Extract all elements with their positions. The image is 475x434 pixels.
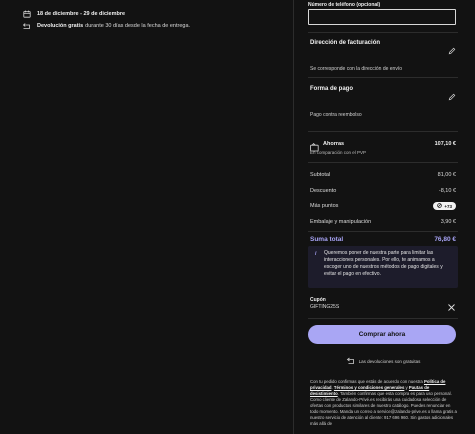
- info-icon: i: [315, 251, 317, 257]
- total-label: Suma total: [310, 236, 344, 243]
- notice-text: Queremos poner de nuestra parte para lim…: [324, 250, 443, 277]
- return-icon: [22, 22, 31, 30]
- coupon-code: GIFTING25S: [310, 304, 340, 310]
- discount-value: -8,10 €: [438, 188, 456, 194]
- payment-title: Forma de pago: [310, 86, 354, 92]
- divider: [308, 162, 458, 163]
- points-value: +73: [444, 203, 452, 209]
- discount-row: Descuento -8,10 €: [310, 188, 456, 194]
- subtotal-value: 81,00 €: [437, 172, 456, 178]
- buy-now-button[interactable]: Comprar ahora: [308, 325, 456, 344]
- free-returns-note: Las devoluciones son gratuitas: [308, 357, 458, 366]
- savings-value: 107,10 €: [434, 141, 456, 147]
- terms-link[interactable]: Términos y condiciones generales: [334, 385, 404, 390]
- column-divider: [293, 0, 294, 434]
- edit-billing-pencil-icon[interactable]: [448, 42, 456, 55]
- free-return-text: durante 30 días desde la fecha de entreg…: [85, 23, 191, 29]
- phone-input[interactable]: [308, 9, 456, 25]
- savings-subtitle: En comparación con el PVP: [310, 150, 367, 155]
- phone-label: Número de teléfono (opcional): [308, 2, 381, 8]
- returns-text: Las devoluciones son gratuitas: [358, 359, 421, 364]
- legal-and: y: [405, 385, 408, 390]
- total-row: Suma total 76,80 €: [310, 236, 456, 243]
- subtotal-label: Subtotal: [310, 172, 331, 178]
- coupon-label: Cupón: [310, 297, 326, 303]
- calendar-icon: [22, 10, 31, 18]
- payment-text: Pago contra reembolso: [310, 112, 362, 118]
- remove-coupon-close-icon[interactable]: [447, 299, 456, 311]
- divider: [308, 131, 458, 132]
- return-package-icon: [346, 357, 355, 366]
- points-row: Más puntos +73: [310, 202, 456, 210]
- tag-icon: [310, 139, 319, 152]
- payment-notice: i Queremos poner de nuestra parte para l…: [308, 246, 458, 288]
- discount-label: Descuento: [310, 188, 337, 194]
- delivery-date: 18 de diciembre - 29 de diciembre: [37, 11, 126, 17]
- free-return-label: Devolución gratis: [37, 23, 84, 29]
- billing-title: Dirección de facturación: [310, 40, 381, 46]
- divider: [308, 77, 458, 78]
- delivery-info: 18 de diciembre - 29 de diciembre Devolu…: [22, 10, 292, 34]
- legal-text: Con tu pedido confirmas que estás de acu…: [310, 379, 457, 426]
- shipping-value: 3,90 €: [440, 219, 456, 225]
- points-icon: [437, 203, 443, 209]
- edit-payment-pencil-icon[interactable]: [448, 88, 456, 101]
- points-label: Más puntos: [310, 203, 339, 209]
- total-value: 76,80 €: [434, 236, 456, 243]
- points-badge: +73: [433, 202, 456, 210]
- divider: [308, 318, 458, 319]
- savings-title: Ahorras: [323, 141, 345, 147]
- divider: [308, 231, 458, 232]
- free-return-row: Devolución gratis durante 30 días desde …: [22, 22, 292, 30]
- subtotal-row: Subtotal 81,00 €: [310, 172, 456, 178]
- divider: [308, 32, 458, 33]
- billing-text: Se corresponde con la dirección de envío: [310, 66, 403, 72]
- delivery-date-row: 18 de diciembre - 29 de diciembre: [22, 10, 292, 18]
- shipping-row: Embalaje y manipulación 3,90 €: [310, 219, 456, 225]
- legal-part2: También confirmas que esta compra es par…: [310, 391, 457, 426]
- shipping-label: Embalaje y manipulación: [310, 219, 372, 225]
- legal-part1: Con tu pedido confirmas que estás de acu…: [310, 379, 423, 384]
